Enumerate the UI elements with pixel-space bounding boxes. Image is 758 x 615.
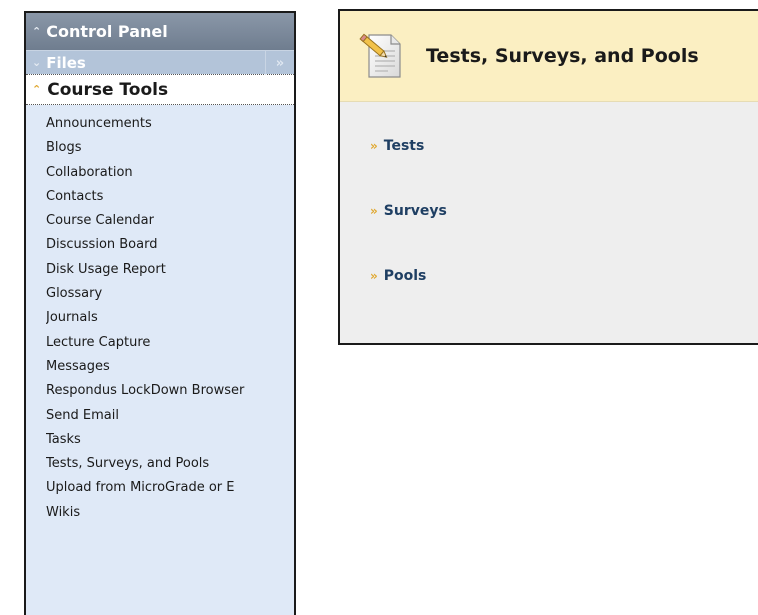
files-section-header[interactable]: ⌄ Files » [26, 50, 294, 75]
panel-links: » Tests » Surveys » Pools [340, 102, 758, 333]
course-tool-item[interactable]: Wikis [46, 501, 294, 525]
control-panel-header[interactable]: ⌃ Control Panel [26, 13, 294, 50]
course-tool-item[interactable]: Respondus LockDown Browser [46, 379, 294, 403]
control-panel-title: Control Panel [46, 22, 168, 41]
course-tools-header[interactable]: ⌃ Course Tools [26, 74, 294, 105]
course-tool-item[interactable]: Course Calendar [46, 209, 294, 233]
document-pencil-icon [359, 33, 401, 78]
files-label: Files [46, 53, 86, 72]
panel-link-label[interactable]: Surveys [384, 203, 447, 220]
course-tool-item[interactable]: Upload from MicroGrade or E [46, 476, 294, 500]
panel-link[interactable]: » Tests [370, 138, 758, 203]
course-tool-item[interactable]: Blogs [46, 136, 294, 160]
course-tool-item[interactable]: Lecture Capture [46, 331, 294, 355]
double-chevron-right-icon: » [370, 139, 378, 153]
course-tool-item[interactable]: Disk Usage Report [46, 258, 294, 282]
panel-header: Tests, Surveys, and Pools [340, 11, 758, 102]
panel-link-label[interactable]: Pools [384, 268, 427, 285]
course-tool-item[interactable]: Journals [46, 306, 294, 330]
page-title: Tests, Surveys, and Pools [426, 45, 699, 67]
panel-link-label[interactable]: Tests [384, 138, 425, 155]
course-tools-list: Announcements Blogs Collaboration Contacts C… [26, 105, 294, 525]
course-tool-item[interactable]: Tasks [46, 428, 294, 452]
chevron-up-icon: ⌃ [32, 25, 42, 38]
course-tools-label: Course Tools [47, 79, 169, 100]
course-tool-item[interactable]: Tests, Surveys, and Pools [46, 452, 294, 476]
double-chevron-right-icon[interactable]: » [265, 51, 294, 75]
course-tool-item[interactable]: Send Email [46, 404, 294, 428]
chevron-up-icon: ⌃ [32, 83, 42, 96]
double-chevron-right-icon: » [370, 204, 378, 218]
course-tool-item[interactable]: Collaboration [46, 161, 294, 185]
tests-surveys-pools-panel: Tests, Surveys, and Pools » Tests » Surveys… [338, 9, 758, 345]
panel-link[interactable]: » Pools [370, 268, 758, 333]
panel-link[interactable]: » Surveys [370, 203, 758, 268]
double-chevron-right-icon: » [370, 269, 378, 283]
course-tool-item[interactable]: Contacts [46, 185, 294, 209]
course-tool-item[interactable]: Glossary [46, 282, 294, 306]
course-tool-item[interactable]: Messages [46, 355, 294, 379]
course-tool-item[interactable]: Announcements [46, 112, 294, 136]
chevron-down-icon: ⌄ [32, 56, 42, 69]
control-panel: ⌃ Control Panel ⌄ Files » ⌃ Course Tools… [24, 11, 296, 615]
course-tool-item[interactable]: Discussion Board [46, 233, 294, 257]
